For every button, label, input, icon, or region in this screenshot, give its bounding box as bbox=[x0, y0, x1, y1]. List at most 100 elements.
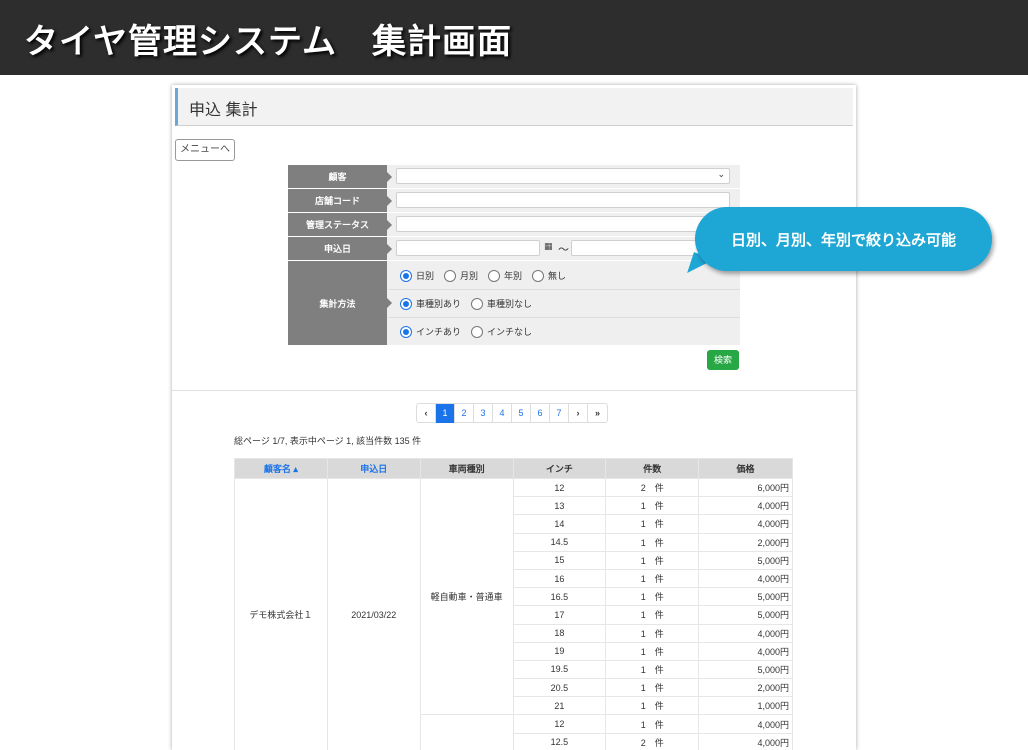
price-cell: 4,000円 bbox=[698, 714, 793, 734]
status-input[interactable] bbox=[396, 216, 730, 232]
inch-cell: 18 bbox=[512, 623, 607, 643]
inch-cell: 12.5 bbox=[512, 732, 607, 750]
customer-select[interactable]: ⌄ bbox=[396, 168, 730, 184]
radio-button[interactable] bbox=[444, 269, 457, 282]
page-1[interactable]: 1 bbox=[436, 404, 455, 423]
row-customer: 顧客 ⌄ bbox=[288, 165, 740, 188]
page-last[interactable]: » bbox=[588, 404, 607, 423]
vehicle-cell: 軽自動車・普通車 bbox=[419, 477, 514, 716]
date-from-input[interactable] bbox=[396, 240, 540, 256]
radio-button[interactable] bbox=[488, 269, 501, 282]
chevron-down-icon: ⌄ bbox=[717, 170, 725, 180]
count-cell: 1 件 bbox=[605, 714, 700, 734]
label-date: 申込日 bbox=[288, 237, 392, 260]
vehicle-radio-group: 車種別あり 車種別なし bbox=[400, 297, 542, 310]
inch-cell: 16.5 bbox=[512, 587, 607, 607]
price-cell: 4,000円 bbox=[698, 496, 793, 516]
count-cell: 1 件 bbox=[605, 641, 700, 661]
radio-inch-no[interactable]: インチなし bbox=[471, 325, 532, 338]
inch-cell: 20.5 bbox=[512, 678, 607, 698]
header-count: 件数 bbox=[605, 458, 700, 479]
row-method: 集計方法 日別 月別 年別 無し 車種別あり 車種別なし インチあり インチなし bbox=[288, 261, 740, 345]
count-cell: 1 件 bbox=[605, 532, 700, 552]
count-cell: 1 件 bbox=[605, 514, 700, 534]
inch-cell: 12 bbox=[512, 714, 607, 734]
header-customer[interactable]: 顧客名 ▴ bbox=[234, 458, 328, 479]
price-cell: 4,000円 bbox=[698, 623, 793, 643]
divider bbox=[172, 390, 856, 391]
page-6[interactable]: 6 bbox=[531, 404, 550, 423]
separator bbox=[388, 317, 740, 318]
page-next[interactable]: › bbox=[569, 404, 588, 423]
radio-vehicle-no[interactable]: 車種別なし bbox=[471, 297, 532, 310]
inch-cell: 12 bbox=[512, 477, 607, 498]
price-cell: 4,000円 bbox=[698, 568, 793, 589]
price-cell: 2,000円 bbox=[698, 678, 793, 698]
header-date[interactable]: 申込日 bbox=[326, 458, 421, 479]
count-cell: 1 件 bbox=[605, 568, 700, 589]
calendar-icon[interactable]: ▦ bbox=[544, 242, 553, 252]
price-cell: 5,000円 bbox=[698, 550, 793, 570]
inch-radio-group: インチあり インチなし bbox=[400, 325, 542, 338]
radio-button[interactable] bbox=[400, 297, 412, 310]
radio-daily[interactable]: 日別 bbox=[400, 269, 434, 282]
row-date: 申込日 ▦ ～ bbox=[288, 237, 740, 260]
label-store-code: 店舗コード bbox=[288, 189, 392, 212]
count-cell: 2 件 bbox=[605, 732, 700, 750]
separator bbox=[388, 289, 740, 290]
count-cell: 1 件 bbox=[605, 623, 700, 643]
radio-yearly[interactable]: 年別 bbox=[488, 269, 522, 282]
table-header-row: 顧客名 ▴ 申込日 車両種別 インチ 件数 価格 bbox=[234, 458, 793, 479]
radio-button[interactable] bbox=[532, 269, 545, 282]
vehicle-cell bbox=[419, 714, 514, 750]
inch-cell: 15 bbox=[512, 550, 607, 570]
inch-cell: 14 bbox=[512, 514, 607, 534]
price-cell: 4,000円 bbox=[698, 641, 793, 661]
page-3[interactable]: 3 bbox=[474, 404, 493, 423]
page-prev[interactable]: ‹ bbox=[417, 404, 436, 423]
table-body: デモ株式会社１ 2021/03/22 軽自動車・普通車 12 2 件 6,000円 13 1 … bbox=[234, 477, 793, 750]
aggregation-radio-group: 日別 月別 年別 無し bbox=[400, 269, 576, 282]
date-cell: 2021/03/22 bbox=[326, 478, 421, 750]
radio-button[interactable] bbox=[471, 297, 484, 310]
callout-bubble: 日別、月別、年別で絞り込み可能 bbox=[695, 207, 992, 271]
inch-cell: 16 bbox=[512, 568, 607, 589]
price-cell: 5,000円 bbox=[698, 605, 793, 625]
count-cell: 1 件 bbox=[605, 659, 700, 680]
aggregation-panel: 申込 集計 メニューへ 顧客 ⌄ 店舗コード 管理ステータス 申込日 ▦ ～ 集… bbox=[172, 85, 856, 750]
store-code-input[interactable] bbox=[396, 192, 730, 208]
pagination: ‹ 1 2 3 4 5 6 7 › » bbox=[416, 403, 608, 423]
price-cell: 6,000円 bbox=[698, 477, 793, 498]
panel-title: 申込 集計 bbox=[189, 102, 258, 119]
count-cell: 1 件 bbox=[605, 550, 700, 570]
count-cell: 1 件 bbox=[605, 605, 700, 625]
inch-cell: 14.5 bbox=[512, 532, 607, 552]
page-5[interactable]: 5 bbox=[512, 404, 531, 423]
banner-title: タイヤ管理システム 集計画面 bbox=[24, 22, 512, 62]
menu-button[interactable]: メニューへ bbox=[175, 139, 235, 161]
page-7[interactable]: 7 bbox=[550, 404, 569, 423]
top-banner: タイヤ管理システム 集計画面 bbox=[0, 0, 1028, 75]
radio-button[interactable] bbox=[400, 325, 412, 338]
row-store-code: 店舗コード bbox=[288, 189, 740, 212]
label-method: 集計方法 bbox=[288, 261, 392, 345]
date-separator: ～ bbox=[558, 243, 569, 256]
count-cell: 1 件 bbox=[605, 496, 700, 516]
radio-monthly[interactable]: 月別 bbox=[444, 269, 478, 282]
radio-inch-yes[interactable]: インチあり bbox=[400, 325, 461, 338]
count-cell: 2 件 bbox=[605, 477, 700, 498]
header-vehicle: 車両種別 bbox=[419, 458, 514, 479]
search-button[interactable]: 検索 bbox=[707, 350, 739, 370]
radio-vehicle-yes[interactable]: 車種別あり bbox=[400, 297, 461, 310]
page-2[interactable]: 2 bbox=[455, 404, 474, 423]
radio-none[interactable]: 無し bbox=[532, 269, 566, 282]
label-customer: 顧客 bbox=[288, 165, 392, 188]
inch-cell: 13 bbox=[512, 496, 607, 516]
page-4[interactable]: 4 bbox=[493, 404, 512, 423]
radio-button[interactable] bbox=[400, 269, 412, 282]
price-cell: 5,000円 bbox=[698, 659, 793, 680]
header-inch: インチ bbox=[512, 458, 607, 479]
result-summary: 総ページ 1/7, 表示中ページ 1, 該当件数 135 件 bbox=[234, 436, 422, 446]
inch-cell: 19.5 bbox=[512, 659, 607, 680]
radio-button[interactable] bbox=[471, 325, 484, 338]
